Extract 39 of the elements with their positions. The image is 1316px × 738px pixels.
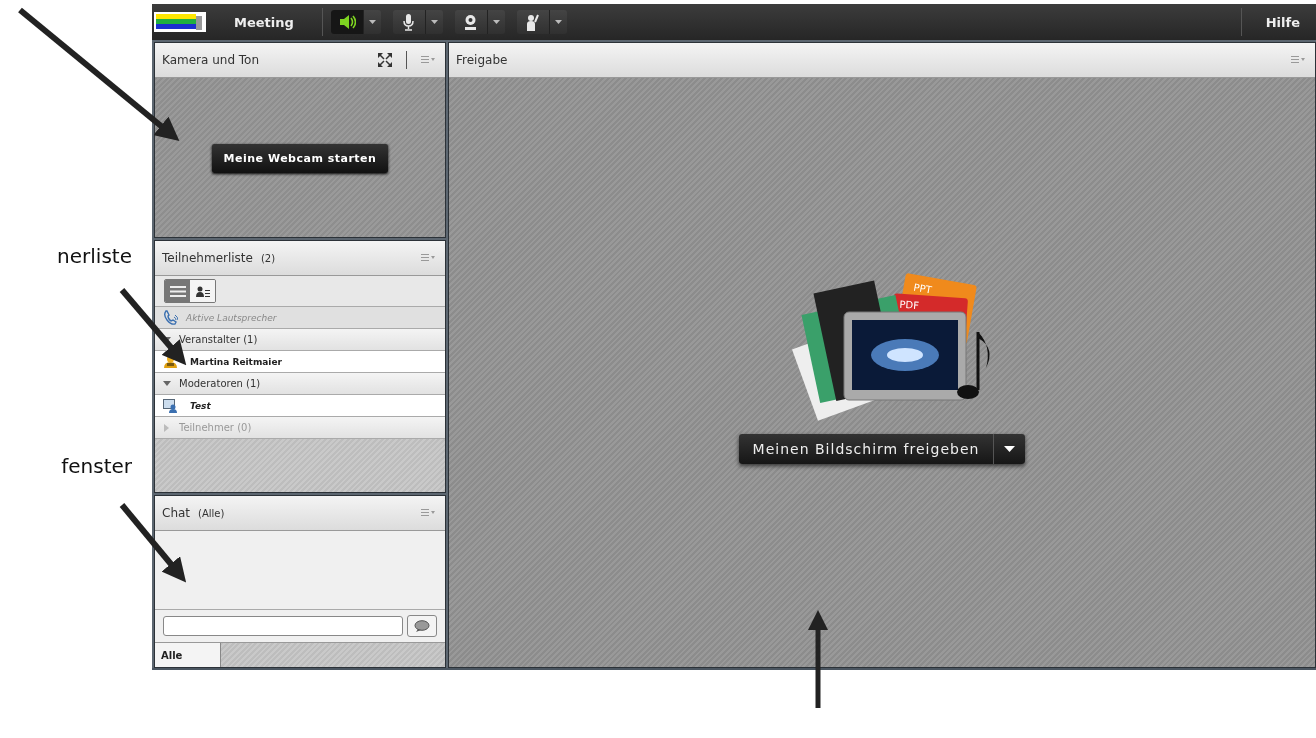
annotation-label: fenster [61,454,132,478]
list-icon [169,285,186,297]
speaker-icon [337,12,357,32]
caret-icon [430,20,438,24]
start-webcam-button[interactable]: Meine Webcam starten [211,144,389,173]
fullscreen-icon[interactable] [378,53,392,67]
caret-icon [368,20,376,24]
presenter-icon [163,398,178,413]
group-label[interactable]: Moderatoren (1) [179,378,261,389]
phone-icon [163,310,178,325]
list-view-button[interactable] [165,280,190,302]
chat-tab[interactable]: Alle [155,643,221,667]
caret-icon [1004,446,1016,452]
pod-title: Freigabe [456,53,508,67]
pod-title: Kamera und Ton [162,53,260,67]
help-menu[interactable]: Hilfe [1249,14,1316,30]
speech-bubble-icon [414,620,430,632]
group-label[interactable]: Veranstalter (1) [179,334,258,345]
host-icon [163,355,178,368]
speaker-button[interactable] [330,10,363,34]
attendee-name[interactable]: Martina Reitmaier [190,356,282,367]
pod-title: Teilnehmerliste [162,251,253,265]
person-view-button[interactable] [190,280,215,302]
ppt-label: PPT [912,281,933,296]
pdf-label: PDF [899,298,920,311]
pod-subtitle: (Alle) [198,507,225,519]
person-list-icon [195,285,210,297]
send-button[interactable] [407,615,437,637]
attendee-name[interactable]: Test [190,400,211,411]
chat-input-field[interactable] [163,616,403,636]
annotation-label: nerliste [57,244,132,268]
caret-icon [492,20,500,24]
caret-icon [554,20,562,24]
share-screen-button[interactable]: Meinen Bildschirm freigeben [738,434,994,464]
active-speakers-label: Aktive Lautsprecher [186,312,277,323]
pod-title: Chat [162,506,191,520]
pod-subtitle: (2) [260,252,276,264]
meeting-menu[interactable]: Meeting [214,14,314,30]
share-dropdown-button[interactable] [993,434,1026,464]
